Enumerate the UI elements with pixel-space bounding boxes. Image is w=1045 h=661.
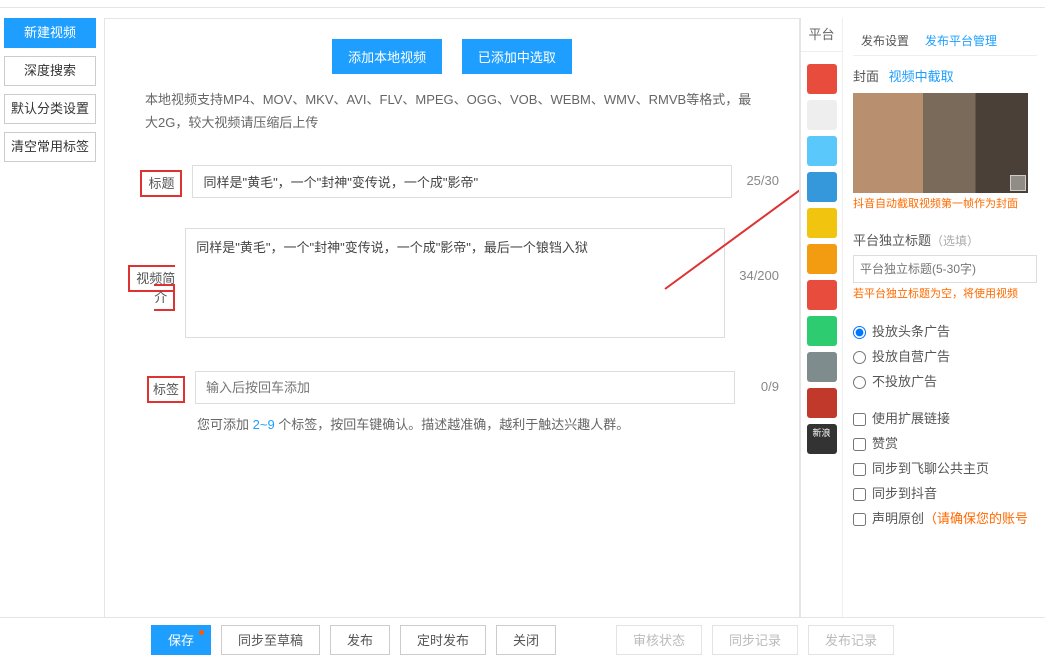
platform-icon[interactable]	[807, 100, 837, 130]
tag-tip: 您可添加 2~9 个标签，按回车键确认。描述越准确，越利于触达兴趣人群。	[195, 414, 747, 433]
radio-self-ad[interactable]: 投放自营广告	[853, 346, 1037, 365]
chk-ext-link[interactable]: 使用扩展链接	[853, 408, 1037, 427]
platform-icon[interactable]: 新浪	[807, 424, 837, 454]
save-button[interactable]: 保存	[151, 625, 211, 655]
chk-sync-feiliao[interactable]: 同步到飞聊公共主页	[853, 458, 1037, 477]
chk-original[interactable]: 声明原创（请确保您的账号	[853, 508, 1037, 527]
title-label: 标题	[140, 170, 182, 197]
sync-draft-button[interactable]: 同步至草稿	[221, 625, 320, 655]
left-sidebar: 新建视频 深度搜索 默认分类设置 清空常用标签	[0, 8, 100, 618]
desc-count: 34/200	[739, 228, 779, 283]
tag-label: 标签	[147, 376, 185, 403]
tab-platform-manage[interactable]: 发布平台管理	[917, 26, 1005, 55]
radio-no-ad[interactable]: 不投放广告	[853, 371, 1037, 390]
ind-title-input[interactable]	[853, 255, 1037, 283]
chk-reward[interactable]: 赞赏	[853, 433, 1037, 452]
platform-icon[interactable]	[807, 208, 837, 238]
publish-log-button[interactable]: 发布记录	[808, 625, 894, 655]
deep-search-button[interactable]: 深度搜索	[4, 56, 96, 86]
chk-sync-douyin[interactable]: 同步到抖音	[853, 483, 1037, 502]
publish-button[interactable]: 发布	[330, 625, 390, 655]
main-panel: 添加本地视频 已添加中选取 本地视频支持MP4、MOV、MKV、AVI、FLV、…	[104, 18, 800, 618]
platform-list: 新浪	[801, 52, 842, 454]
tab-publish-settings[interactable]: 发布设置	[853, 26, 917, 55]
tag-count: 0/9	[761, 371, 779, 394]
ad-radios: 投放头条广告 投放自营广告 不投放广告	[853, 321, 1037, 390]
sync-log-button[interactable]: 同步记录	[712, 625, 798, 655]
platform-icon[interactable]	[807, 388, 837, 418]
cover-from-video-link[interactable]: 视频中截取	[889, 69, 954, 84]
cover-thumbnail[interactable]	[853, 93, 1028, 193]
top-tabs: 发视频 我的视频	[0, 0, 1045, 8]
platform-icon[interactable]	[807, 316, 837, 346]
title-input[interactable]	[192, 165, 732, 198]
platform-icon[interactable]	[807, 244, 837, 274]
footer-bar: 保存 同步至草稿 发布 定时发布 关闭 审核状态 同步记录 发布记录	[0, 617, 1045, 661]
cover-label: 封面	[853, 69, 879, 84]
platform-tab[interactable]: 平台	[801, 18, 842, 52]
add-local-video-button[interactable]: 添加本地视频	[332, 39, 442, 74]
title-count: 25/30	[746, 165, 779, 188]
clear-tags-button[interactable]: 清空常用标签	[4, 132, 96, 162]
default-category-button[interactable]: 默认分类设置	[4, 94, 96, 124]
options-checks: 使用扩展链接 赞赏 同步到飞聊公共主页 同步到抖音 声明原创（请确保您的账号	[853, 408, 1037, 527]
platform-icon[interactable]	[807, 280, 837, 310]
schedule-button[interactable]: 定时发布	[400, 625, 486, 655]
tag-input[interactable]	[195, 371, 735, 404]
cover-note: 抖音自动截取视频第一帧作为封面	[853, 197, 1037, 212]
platform-icon[interactable]	[807, 352, 837, 382]
ind-title-label: 平台独立标题	[853, 233, 931, 248]
platform-icon[interactable]	[807, 136, 837, 166]
desc-textarea[interactable]: 同样是"黄毛"，一个"封神"变传说，一个成"影帝"，最后一个锒铛入狱	[185, 228, 725, 338]
tab-my-video[interactable]: 我的视频	[81, 0, 133, 7]
tab-post-video[interactable]: 发视频	[12, 0, 51, 7]
right-panel: 平台 新浪 发布设置 发布平台管理 封面 视频中截	[800, 18, 1045, 618]
new-video-button[interactable]: 新建视频	[4, 18, 96, 48]
upload-hint: 本地视频支持MP4、MOV、MKV、AVI、FLV、MPEG、OGG、VOB、W…	[125, 88, 779, 135]
platform-icon[interactable]	[807, 172, 837, 202]
close-button[interactable]: 关闭	[496, 625, 556, 655]
ind-title-note: 若平台独立标题为空，将使用视频	[853, 287, 1037, 302]
desc-label: 视频简介	[128, 265, 175, 311]
select-added-button[interactable]: 已添加中选取	[462, 39, 572, 74]
review-status-button[interactable]: 审核状态	[616, 625, 702, 655]
platform-icon[interactable]	[807, 64, 837, 94]
radio-headline-ad[interactable]: 投放头条广告	[853, 321, 1037, 340]
